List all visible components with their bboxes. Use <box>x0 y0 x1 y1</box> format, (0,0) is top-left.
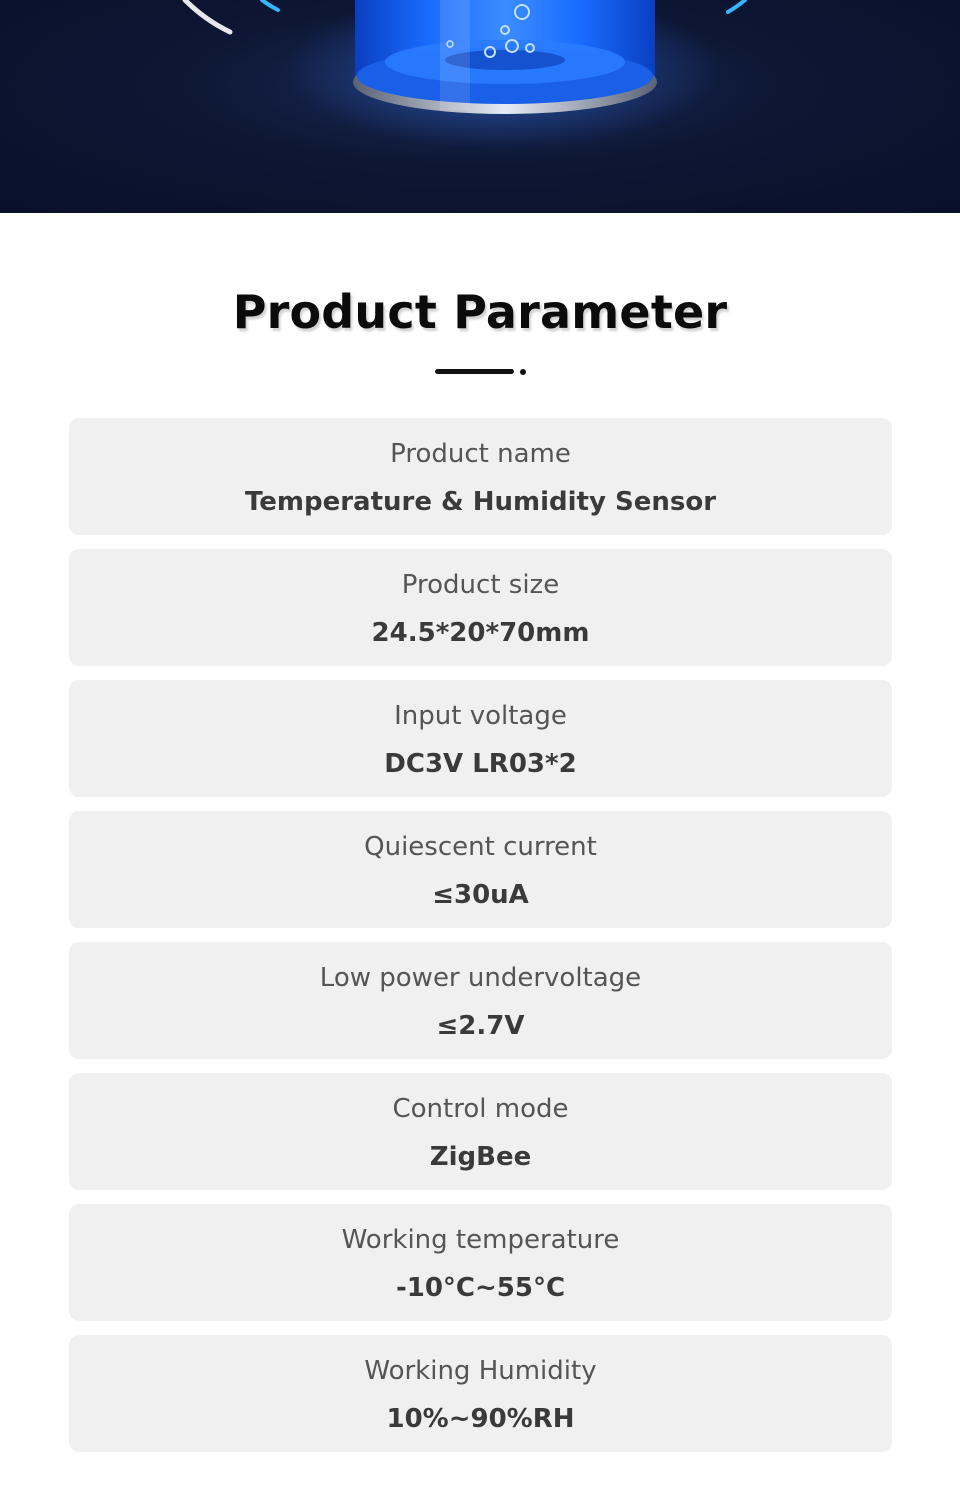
param-label: Control mode <box>392 1094 569 1124</box>
param-value: ≤2.7V <box>436 1011 525 1041</box>
param-working-temperature: Working temperature -10°C~55°C <box>69 1204 892 1321</box>
param-product-name: Product name Temperature & Humidity Sens… <box>69 418 892 535</box>
param-value: Temperature & Humidity Sensor <box>244 487 717 517</box>
param-control-mode: Control mode ZigBee <box>69 1073 892 1190</box>
param-label: Product size <box>401 570 560 600</box>
param-value: ZigBee <box>429 1142 532 1172</box>
param-value: 24.5*20*70mm <box>371 618 590 648</box>
param-label: Working temperature <box>341 1225 620 1255</box>
param-value: 10%~90%RH <box>386 1404 575 1434</box>
page-title: Product Parameter <box>232 285 728 339</box>
title-underline-dot <box>520 369 526 375</box>
param-quiescent-current: Quiescent current ≤30uA <box>69 811 892 928</box>
sensor-product-image <box>182 0 747 150</box>
param-input-voltage: Input voltage DC3V LR03*2 <box>69 680 892 797</box>
param-label: Input voltage <box>394 701 567 731</box>
parameter-list: Product name Temperature & Humidity Sens… <box>69 418 892 1466</box>
hero-banner <box>0 0 960 213</box>
param-value: -10°C~55°C <box>395 1273 566 1303</box>
param-value: DC3V LR03*2 <box>384 749 577 779</box>
param-product-size: Product size 24.5*20*70mm <box>69 549 892 666</box>
param-low-power-undervoltage: Low power undervoltage ≤2.7V <box>69 942 892 1059</box>
title-underline <box>435 369 514 374</box>
param-working-humidity: Working Humidity 10%~90%RH <box>69 1335 892 1452</box>
param-label: Working Humidity <box>364 1356 597 1386</box>
param-label: Low power undervoltage <box>319 963 642 993</box>
param-label: Product name <box>390 439 571 469</box>
param-label: Quiescent current <box>364 832 597 862</box>
param-value: ≤30uA <box>432 880 529 910</box>
